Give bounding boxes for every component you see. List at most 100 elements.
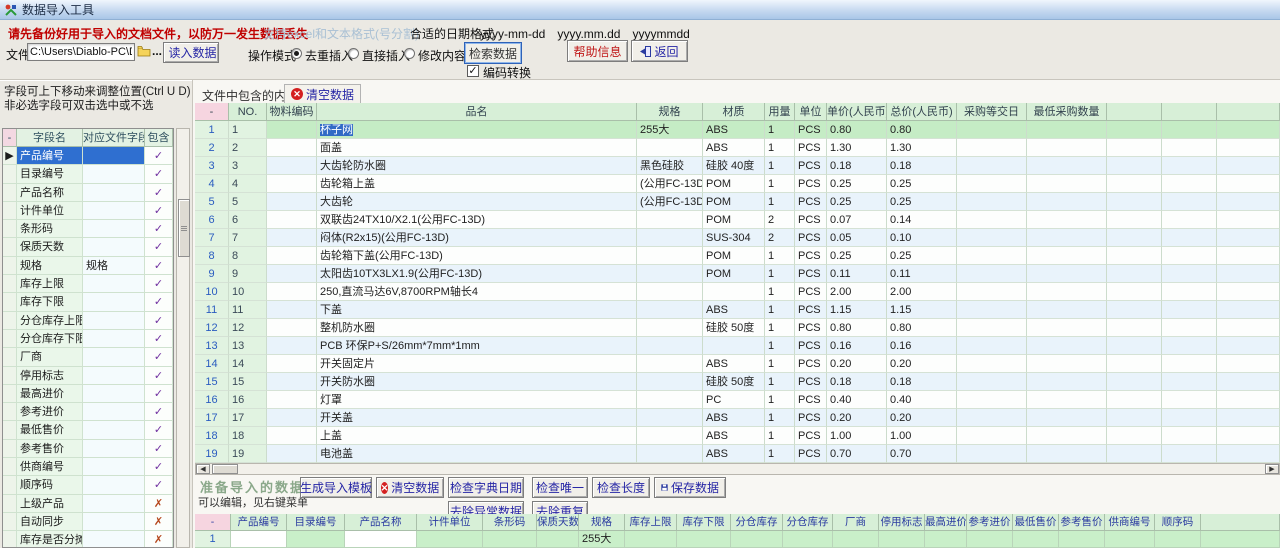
radio-modify-content[interactable] <box>404 48 415 59</box>
field-row[interactable]: 参考售价 ✓ <box>3 440 173 458</box>
table-row[interactable]: 1 255大 <box>195 531 1280 548</box>
field-row[interactable]: 保质天数 ✓ <box>3 238 173 256</box>
table-row[interactable]: 15 15 开关防水圈 硅胶 50度 1 PCS 0.18 0.18 <box>195 373 1280 391</box>
ref-sale-price-cell[interactable] <box>1059 531 1105 548</box>
table-row[interactable]: 3 3 大齿轮防水圈 黑色硅胶 硅胶 40度 1 PCS 0.18 0.18 <box>195 157 1280 175</box>
sidebar-scrollbar-thumb[interactable] <box>178 199 190 257</box>
sequence-code-cell[interactable] <box>1155 531 1201 548</box>
save-data-button[interactable]: 保存数据 <box>654 477 726 498</box>
product-id-cell[interactable] <box>231 531 287 548</box>
vendor-cell[interactable] <box>833 531 879 548</box>
table-row[interactable]: 7 7 闷体(R2x15)(公用FC-13D) SUS-304 2 PCS 0.… <box>195 229 1280 247</box>
table-row[interactable]: 2 2 面盖 ABS 1 PCS 1.30 1.30 <box>195 139 1280 157</box>
hscrollbar-thumb[interactable] <box>212 464 238 474</box>
radio-direct-insert[interactable] <box>348 48 359 59</box>
table-row[interactable]: 11 11 下盖 ABS 1 PCS 1.15 1.15 <box>195 301 1280 319</box>
include-mark[interactable]: ✓ <box>145 440 173 458</box>
include-mark[interactable]: ✓ <box>145 238 173 256</box>
field-row[interactable]: 分仓库存下限 ✓ <box>3 330 173 348</box>
table-row[interactable]: 6 6 双联齿24TX10/X2.1(公用FC-13D) POM 2 PCS 0… <box>195 211 1280 229</box>
warehouse-stock-cell[interactable] <box>731 531 783 548</box>
disabled-flag-cell[interactable] <box>879 531 925 548</box>
field-row[interactable]: 库存是否分摊 ✗ <box>3 531 173 548</box>
field-row[interactable]: 停用标志 ✓ <box>3 367 173 385</box>
include-mark[interactable]: ✓ <box>145 367 173 385</box>
min-sale-price-cell[interactable] <box>1013 531 1059 548</box>
generate-template-button[interactable]: 生成导入模板 <box>300 477 372 498</box>
supplier-no-cell[interactable] <box>1105 531 1155 548</box>
shelf-days-cell[interactable] <box>537 531 579 548</box>
check-unique-button[interactable]: 检查唯一 <box>532 477 588 498</box>
unit-cell[interactable] <box>417 531 483 548</box>
include-mark[interactable]: ✓ <box>145 220 173 238</box>
include-mark[interactable]: ✓ <box>145 202 173 220</box>
table-row[interactable]: 19 19 电池盖 ABS 1 PCS 0.70 0.70 <box>195 445 1280 463</box>
include-mark[interactable]: ✓ <box>145 275 173 293</box>
field-row[interactable]: 最低售价 ✓ <box>3 421 173 439</box>
include-mark[interactable]: ✗ <box>145 513 173 531</box>
warehouse-stock-cell[interactable] <box>783 531 833 548</box>
spec-cell[interactable]: 255大 <box>579 531 625 548</box>
clear-data-button-bottom[interactable]: ✕ 清空数据 <box>376 477 444 498</box>
field-row[interactable]: 分仓库存上限 ✓ <box>3 312 173 330</box>
field-row[interactable]: 自动同步 ✗ <box>3 513 173 531</box>
field-row[interactable]: 库存上限 ✓ <box>3 275 173 293</box>
clear-data-button-top[interactable]: ✕ 清空数据 <box>284 84 361 104</box>
scroll-left-arrow[interactable]: ◀ <box>196 464 210 474</box>
check-dict-date-button[interactable]: 检查字典日期 <box>448 477 524 498</box>
radio-direct-insert-label[interactable]: 直接插入 <box>362 47 410 64</box>
include-mark[interactable]: ✗ <box>145 495 173 513</box>
include-mark[interactable]: ✗ <box>145 531 173 548</box>
field-row[interactable]: 条形码 ✓ <box>3 220 173 238</box>
table-row[interactable]: 18 18 上盖 ABS 1 PCS 1.00 1.00 <box>195 427 1280 445</box>
field-row[interactable]: 规格 规格 ✓ <box>3 257 173 275</box>
search-data-button[interactable]: 检索数据 <box>464 42 522 64</box>
field-row[interactable]: 库存下限 ✓ <box>3 293 173 311</box>
include-mark[interactable]: ✓ <box>145 348 173 366</box>
field-row[interactable]: ▶ 产品编号 ✓ <box>3 147 173 165</box>
barcode-cell[interactable] <box>483 531 537 548</box>
table-row[interactable]: 10 10 250,直流马达6V,8700RPM轴长4 1 PCS 2.00 2… <box>195 283 1280 301</box>
table-row[interactable]: 8 8 齿轮箱下盖(公用FC-13D) POM 1 PCS 0.25 0.25 <box>195 247 1280 265</box>
include-mark[interactable]: ✓ <box>145 476 173 494</box>
field-row[interactable]: 厂商 ✓ <box>3 348 173 366</box>
stock-upper-cell[interactable] <box>625 531 677 548</box>
include-mark[interactable]: ✓ <box>145 421 173 439</box>
max-purchase-price-cell[interactable] <box>925 531 967 548</box>
table-row[interactable]: 1 1 杯子网 255大 ABS 1 PCS 0.80 0.80 <box>195 121 1280 139</box>
return-button[interactable]: 返回 <box>631 40 688 62</box>
table-row[interactable]: 17 17 开关盖 ABS 1 PCS 0.20 0.20 <box>195 409 1280 427</box>
radio-dedup-insert[interactable] <box>291 48 302 59</box>
table-row[interactable]: 4 4 齿轮箱上盖 (公用FC-13D) POM 1 PCS 0.25 0.25 <box>195 175 1280 193</box>
include-mark[interactable]: ✓ <box>145 165 173 183</box>
radio-dedup-insert-label[interactable]: 去重插入 <box>305 47 353 64</box>
table-row[interactable]: 9 9 太阳齿10TX3LX1.9(公用FC-13D) POM 1 PCS 0.… <box>195 265 1280 283</box>
table-row[interactable]: 12 12 整机防水圈 硅胶 50度 1 PCS 0.80 0.80 <box>195 319 1280 337</box>
stock-lower-cell[interactable] <box>677 531 731 548</box>
field-row[interactable]: 产品名称 ✓ <box>3 184 173 202</box>
browse-dots-button[interactable]: ... <box>152 44 162 58</box>
field-row[interactable]: 最高进价 ✓ <box>3 385 173 403</box>
main-grid-hscrollbar[interactable]: ◀ ▶ <box>195 463 1280 475</box>
file-path-input[interactable] <box>27 43 135 61</box>
include-mark[interactable]: ✓ <box>145 257 173 275</box>
radio-modify-content-label[interactable]: 修改内容 <box>418 47 466 64</box>
include-mark[interactable]: ✓ <box>145 403 173 421</box>
scroll-right-arrow[interactable]: ▶ <box>1265 464 1279 474</box>
catalog-no-cell[interactable] <box>287 531 345 548</box>
field-row[interactable]: 目录编号 ✓ <box>3 165 173 183</box>
field-row[interactable]: 上级产品 ✗ <box>3 495 173 513</box>
sidebar-scrollbar[interactable] <box>176 128 190 548</box>
table-row[interactable]: 16 16 灯罩 PC 1 PCS 0.40 0.40 <box>195 391 1280 409</box>
help-info-button[interactable]: 帮助信息 <box>567 40 628 62</box>
table-row[interactable]: 13 13 PCB 环保P+S/26mm*7mm*1mm 1 PCS 0.16 … <box>195 337 1280 355</box>
ref-purchase-price-cell[interactable] <box>967 531 1013 548</box>
include-mark[interactable]: ✓ <box>145 147 173 165</box>
include-mark[interactable]: ✓ <box>145 293 173 311</box>
table-row[interactable]: 14 14 开关固定片 ABS 1 PCS 0.20 0.20 <box>195 355 1280 373</box>
include-mark[interactable]: ✓ <box>145 184 173 202</box>
field-row[interactable]: 供商编号 ✓ <box>3 458 173 476</box>
include-mark[interactable]: ✓ <box>145 330 173 348</box>
include-mark[interactable]: ✓ <box>145 312 173 330</box>
include-mark[interactable]: ✓ <box>145 458 173 476</box>
